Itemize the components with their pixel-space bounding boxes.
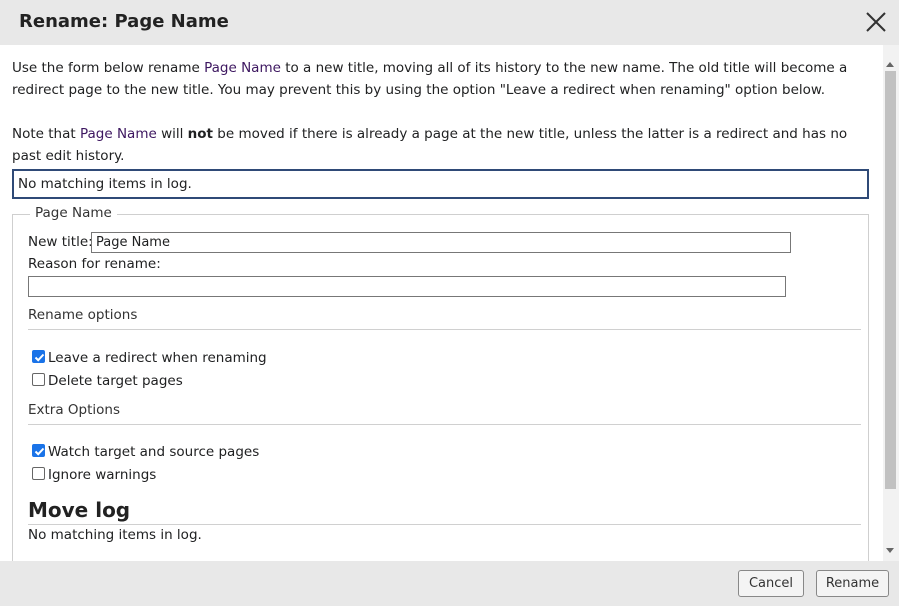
note-text: Note that: [12, 126, 80, 142]
intro-text: Use the form below rename: [12, 60, 205, 76]
leave-redirect-checkbox[interactable]: [32, 350, 45, 363]
dialog-titlebar: Rename: Page Name: [0, 0, 899, 45]
close-icon[interactable]: [864, 10, 888, 34]
delete-target-label[interactable]: Delete target pages: [48, 373, 183, 389]
scrollbar-thumb[interactable]: [885, 71, 896, 489]
page-link[interactable]: Page Name: [204, 60, 281, 76]
reason-input[interactable]: [28, 276, 786, 297]
scroll-up-arrow-icon[interactable]: [886, 62, 894, 67]
move-log-heading: Move log: [28, 498, 861, 525]
extra-options-heading: Extra Options: [28, 402, 861, 425]
ignore-warnings-label[interactable]: Ignore warnings: [48, 467, 156, 483]
scroll-down-arrow-icon[interactable]: [886, 548, 894, 553]
dialog-footer: Cancel Rename: [0, 561, 899, 606]
cancel-button[interactable]: Cancel: [738, 570, 804, 597]
note-paragraph: Note that Page Name will not be moved if…: [12, 123, 872, 167]
move-log-message: No matching items in log.: [28, 527, 202, 543]
reason-label: Reason for rename:: [28, 256, 161, 272]
intro-paragraph: Use the form below rename Page Name to a…: [12, 57, 872, 101]
checkmark-icon: [34, 447, 45, 456]
ignore-warnings-checkbox[interactable]: [32, 467, 45, 480]
new-title-label: New title:: [28, 234, 93, 250]
page-link[interactable]: Page Name: [80, 126, 157, 142]
content-scrollbar[interactable]: [883, 45, 899, 561]
new-title-input[interactable]: Page Name: [91, 232, 791, 253]
dialog-title: Rename: Page Name: [19, 11, 229, 32]
delete-target-checkbox[interactable]: [32, 373, 45, 386]
watch-pages-checkbox[interactable]: [32, 444, 45, 457]
rename-dialog: Rename: Page Name Use the form below ren…: [0, 0, 899, 606]
top-log-box: No matching items in log.: [12, 169, 869, 199]
note-text-middle: will: [156, 126, 188, 142]
checkmark-icon: [34, 353, 45, 362]
note-emphasis: not: [187, 126, 214, 142]
dialog-content: Use the form below rename Page Name to a…: [0, 45, 883, 561]
rename-options-heading: Rename options: [28, 307, 861, 330]
fieldset-legend: Page Name: [30, 205, 117, 221]
leave-redirect-label[interactable]: Leave a redirect when renaming: [48, 350, 267, 366]
watch-pages-label[interactable]: Watch target and source pages: [48, 444, 259, 460]
rename-button[interactable]: Rename: [816, 570, 889, 597]
